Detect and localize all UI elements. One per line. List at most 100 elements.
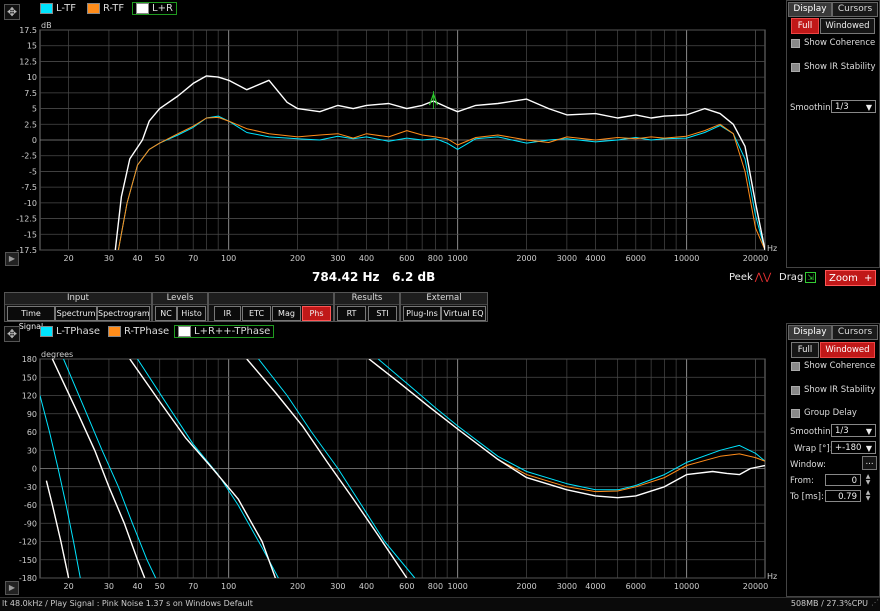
y-tick-label: -180 [19, 574, 37, 583]
y-tick-label: 7.5 [24, 89, 37, 98]
sti-button[interactable]: STI [368, 306, 397, 321]
x-tick-label: 100 [221, 254, 236, 263]
y-tick-label: -7.5 [21, 183, 37, 192]
status-right: 508MB / 27.3%CPU [790, 599, 868, 608]
zoom-button[interactable]: Zoom + [825, 270, 876, 286]
y-tick-label: 90 [27, 410, 37, 419]
nc-button[interactable]: NC [155, 306, 177, 321]
zoom-label: Zoom [829, 273, 858, 284]
x-tick-label: 300 [330, 582, 345, 591]
y-tick-label: 0 [32, 465, 37, 474]
checkbox-box [791, 62, 800, 72]
phase-chart[interactable]: 1801501209060300-30-60-90-120-150-18020 3… [0, 322, 785, 597]
zoom-icon: + [864, 273, 873, 284]
y-tick-label: 12.5 [19, 57, 37, 66]
bottom-scroll-left-icon[interactable]: ▶ [5, 581, 19, 595]
y-tick-label: 0 [32, 136, 37, 145]
y-tick-label: 60 [27, 428, 37, 437]
top-smoothing-select[interactable]: 1/3 ▼ [831, 100, 876, 113]
readout: 784.42 Hz 6.2 dB [312, 270, 435, 284]
x-tick-label: 30 [104, 582, 114, 591]
x-tick-label: 300 [330, 254, 345, 263]
x-tick-label: 50 [155, 254, 165, 263]
peek-icon: ⋀⋁ [754, 272, 772, 283]
x-tick-label: 2000 [516, 582, 536, 591]
y-tick-label: -10 [24, 199, 37, 208]
y-tick-label: -150 [19, 556, 37, 565]
virtual-eq-button[interactable]: Virtual EQ [441, 306, 486, 321]
top-show-ir-stability-checkbox[interactable]: Show IR Stability [791, 62, 876, 72]
etc-button[interactable]: ETC [242, 306, 271, 321]
top-windowed-button[interactable]: Windowed [820, 18, 875, 34]
bottom-show-coherence-checkbox[interactable]: Show Coherence [791, 361, 875, 371]
magnitude-chart[interactable]: 17.5 15 12.5 10 7.5 5 2.5 0 -2.5 -5 -7.5 -10 -12.5 -1… [0, 0, 785, 288]
time-signal-button[interactable]: Time Signal [7, 306, 55, 331]
y-tick-label: -90 [24, 519, 37, 528]
from-spinner-icon[interactable]: ▲ ▼ [863, 474, 873, 486]
bottom-tab-cursors[interactable]: Cursors [832, 325, 878, 340]
checkbox-box [791, 408, 800, 418]
select-value: 1/3 [835, 426, 849, 436]
x-tick-label: 70 [188, 254, 198, 263]
top-tab-display[interactable]: Display [788, 2, 832, 17]
x-tick-label: 40 [132, 582, 142, 591]
phs-button[interactable]: Phs [302, 306, 331, 321]
x-tick-label: 1000 [447, 582, 467, 591]
to-input[interactable]: 0.79 [825, 490, 861, 502]
x-tick-label: 4000 [585, 254, 605, 263]
x-tick-label: 6000 [626, 254, 646, 263]
checkbox-label: Show IR Stability [804, 385, 876, 395]
y-tick-label: -60 [24, 501, 37, 510]
top-tab-cursors[interactable]: Cursors [832, 2, 878, 17]
bottom-side-panel: Display Cursors Full Windowed Show Coher… [786, 323, 880, 597]
chevron-down-icon: ▼ [865, 427, 872, 436]
window-browse-button[interactable]: ... [862, 456, 877, 470]
top-show-coherence-checkbox[interactable]: Show Coherence [791, 38, 875, 48]
y-tick-label: -17.5 [16, 246, 37, 255]
y-tick-label: 120 [22, 392, 37, 401]
bottom-windowed-button[interactable]: Windowed [820, 342, 875, 358]
window-label: Window: [790, 460, 826, 470]
mag-button[interactable]: Mag [272, 306, 301, 321]
x-tick-label: 600 [399, 582, 414, 591]
x-tick-label: 600 [399, 254, 414, 263]
wrap-select[interactable]: +-180 ▼ [831, 441, 876, 454]
from-label: From: [790, 476, 814, 486]
checkbox-box [791, 385, 800, 395]
top-scroll-left-icon[interactable]: ▶ [5, 252, 19, 266]
group-title: Input [5, 293, 151, 305]
spectrogram-button[interactable]: Spectrogram [97, 306, 150, 321]
x-axis-label: Hz [767, 572, 777, 581]
bottom-show-ir-stability-checkbox[interactable]: Show IR Stability [791, 385, 876, 395]
histo-button[interactable]: Histo [177, 306, 206, 321]
x-tick-label: 200 [290, 254, 305, 263]
resize-grip-icon[interactable]: ⋰ [871, 598, 879, 607]
to-spinner-icon[interactable]: ▲ ▼ [863, 490, 873, 502]
x-tick-label: 6000 [626, 582, 646, 591]
ir-button[interactable]: IR [214, 306, 241, 321]
x-tick-label: 800 [428, 582, 443, 591]
top-full-button[interactable]: Full [791, 18, 819, 34]
rt-button[interactable]: RT [337, 306, 366, 321]
bottom-smoothing-label: Smoothing [790, 427, 836, 437]
group-delay-checkbox[interactable]: Group Delay [791, 408, 857, 418]
readout-frequency: 784.42 Hz [312, 270, 380, 284]
toolbar-group-external: External Plug-Ins Virtual EQ [400, 292, 488, 322]
from-input[interactable]: 0 [825, 474, 861, 486]
peek-control[interactable]: Peek ⋀⋁ [729, 272, 771, 283]
analysis-toolbar: Input Time Signal Spectrum Spectrogram L… [4, 292, 488, 331]
drag-control[interactable]: Drag ⇲ [779, 272, 816, 283]
bottom-full-button[interactable]: Full [791, 342, 819, 358]
x-tick-label: 70 [188, 582, 198, 591]
x-tick-label: 10000 [674, 254, 699, 263]
spectrum-button[interactable]: Spectrum [55, 306, 97, 321]
drag-icon: ⇲ [805, 272, 816, 283]
x-tick-label: 20 [64, 582, 74, 591]
bottom-tab-display[interactable]: Display [788, 325, 832, 340]
x-tick-label: 100 [221, 582, 236, 591]
y-tick-label: 5 [32, 105, 37, 114]
bottom-smoothing-select[interactable]: 1/3 ▼ [831, 424, 876, 437]
top-smoothing-label: Smoothing [790, 103, 836, 113]
wrap-label: Wrap [°]: [794, 444, 833, 454]
plug-ins-button[interactable]: Plug-Ins [403, 306, 441, 321]
